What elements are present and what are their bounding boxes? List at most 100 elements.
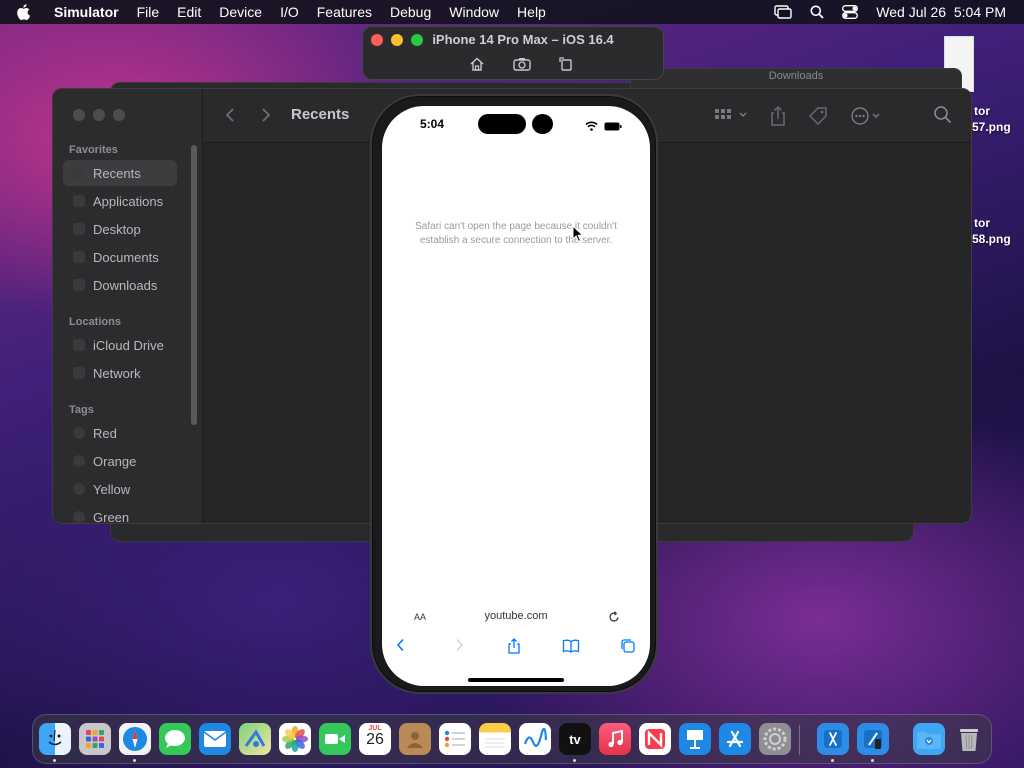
spotlight-search-icon[interactable] (810, 5, 824, 19)
dock-safari-icon[interactable] (119, 723, 151, 755)
rotate-icon[interactable] (559, 57, 573, 76)
sidebar-item-applications[interactable]: Applications (63, 188, 177, 214)
running-indicator (573, 759, 576, 762)
view-options-icon[interactable] (713, 105, 751, 130)
menu-help[interactable]: Help (517, 4, 546, 20)
dock-photos-icon[interactable] (279, 723, 311, 755)
sidebar-item-desktop[interactable]: Desktop (63, 216, 177, 242)
sidebar-item-tag-red[interactable]: Red (63, 420, 177, 446)
sidebar-item-label: Red (93, 425, 117, 441)
dock-separator (799, 725, 800, 755)
tag-dot-icon (73, 427, 85, 439)
finder-window-controls (73, 109, 125, 121)
dock-freeform-icon[interactable] (519, 723, 551, 755)
dock-music-icon[interactable] (599, 723, 631, 755)
dock-news-icon[interactable] (639, 723, 671, 755)
tag-dot-icon (73, 455, 85, 467)
more-actions-icon[interactable] (849, 105, 885, 132)
dock-contacts-icon[interactable] (399, 723, 431, 755)
dock-calendar-icon[interactable]: JUL 26 (359, 723, 391, 755)
menu-bar-clock[interactable]: Wed Jul 26 5:04 PM (876, 4, 1006, 20)
dock-launchpad-icon[interactable] (79, 723, 111, 755)
sidebar-item-icloud-drive[interactable]: iCloud Drive (63, 332, 177, 358)
dock-maps-icon[interactable] (239, 723, 271, 755)
tv-app-label: tv (569, 731, 581, 747)
menu-features[interactable]: Features (317, 4, 372, 20)
dock-app-store-icon[interactable] (719, 723, 751, 755)
control-center-icon[interactable] (842, 5, 859, 19)
dock-mail-icon[interactable] (199, 723, 231, 755)
tag-icon[interactable] (807, 105, 829, 132)
sidebar-item-network[interactable]: Network (63, 360, 177, 386)
dock-tv-icon[interactable]: tv (559, 723, 591, 755)
close-button[interactable] (73, 109, 85, 121)
search-icon[interactable] (933, 105, 953, 130)
back-chevron-icon[interactable] (396, 638, 406, 657)
dock-simulator-icon[interactable] (857, 723, 889, 755)
safari-address-bar[interactable]: AA youtube.com (382, 606, 650, 630)
desktop-file-label[interactable]: 58.png (972, 232, 1011, 246)
menu-debug[interactable]: Debug (390, 4, 431, 20)
menu-io[interactable]: I/O (280, 4, 299, 20)
dock-trash-icon[interactable] (953, 723, 985, 755)
iphone-screen[interactable]: 5:04 Safari can't open the page because … (382, 106, 650, 686)
battery-icon (604, 118, 622, 136)
menu-bar: Simulator File Edit Device I/O Features … (0, 0, 1024, 24)
network-icon (73, 367, 85, 379)
forward-chevron-icon[interactable] (261, 107, 271, 128)
simulator-title: iPhone 14 Pro Max – iOS 16.4 (432, 32, 614, 47)
applications-icon (73, 195, 85, 207)
screen-mirroring-icon[interactable] (774, 5, 792, 19)
desktop-file-label[interactable]: tor (974, 104, 990, 118)
sidebar-item-label: Orange (93, 453, 137, 469)
sidebar-item-documents[interactable]: Documents (63, 244, 177, 270)
front-camera (532, 114, 553, 134)
menu-app-name[interactable]: Simulator (54, 4, 119, 20)
home-indicator[interactable] (468, 678, 564, 682)
desktop-file-label[interactable]: tor (974, 216, 990, 230)
forward-chevron-icon[interactable] (454, 638, 464, 657)
sidebar-item-tag-green[interactable]: Green (63, 504, 177, 524)
sidebar-scrollbar[interactable] (191, 145, 197, 425)
running-indicator (53, 759, 56, 762)
menu-edit[interactable]: Edit (177, 4, 201, 20)
bookmarks-book-icon[interactable] (562, 638, 580, 659)
simulator-window-titlebar[interactable]: iPhone 14 Pro Max – iOS 16.4 (362, 26, 664, 80)
sidebar-item-tag-yellow[interactable]: Yellow (63, 476, 177, 502)
desktop-file-label[interactable]: 57.png (972, 120, 1011, 134)
calendar-day-label: 26 (366, 731, 384, 748)
dock-system-settings-icon[interactable] (759, 723, 791, 755)
status-bar-icons (585, 118, 622, 136)
dock-notes-icon[interactable] (479, 723, 511, 755)
dock-finder-icon[interactable] (39, 723, 71, 755)
sidebar-item-label: Yellow (93, 481, 131, 497)
share-icon[interactable] (769, 105, 787, 132)
home-icon[interactable] (469, 57, 485, 76)
tabs-icon[interactable] (620, 638, 636, 659)
zoom-button[interactable] (113, 109, 125, 121)
menu-device[interactable]: Device (219, 4, 262, 20)
dock-downloads-folder-icon[interactable] (913, 723, 945, 755)
running-indicator (831, 759, 834, 762)
apple-menu-icon[interactable] (16, 4, 40, 20)
tag-dot-icon (73, 511, 85, 523)
dock-reminders-icon[interactable] (439, 723, 471, 755)
dock: JUL 26 tv (32, 714, 992, 764)
share-icon[interactable] (507, 638, 521, 659)
safari-toolbar (382, 636, 650, 660)
dock-keynote-icon[interactable] (679, 723, 711, 755)
sidebar-item-label: Green (93, 509, 130, 524)
menu-file[interactable]: File (137, 4, 160, 20)
dock-facetime-icon[interactable] (319, 723, 351, 755)
sidebar-item-recents[interactable]: Recents (63, 160, 177, 186)
menu-window[interactable]: Window (449, 4, 499, 20)
reload-icon[interactable] (608, 610, 620, 628)
back-chevron-icon[interactable] (225, 107, 235, 128)
screenshot-camera-icon[interactable] (513, 57, 531, 76)
sidebar-item-tag-orange[interactable]: Orange (63, 448, 177, 474)
safari-error-message: Safari can't open the page because it co… (415, 221, 617, 246)
dock-messages-icon[interactable] (159, 723, 191, 755)
sidebar-item-downloads[interactable]: Downloads (63, 272, 177, 298)
dock-xcode-icon[interactable] (817, 723, 849, 755)
minimize-button[interactable] (93, 109, 105, 121)
